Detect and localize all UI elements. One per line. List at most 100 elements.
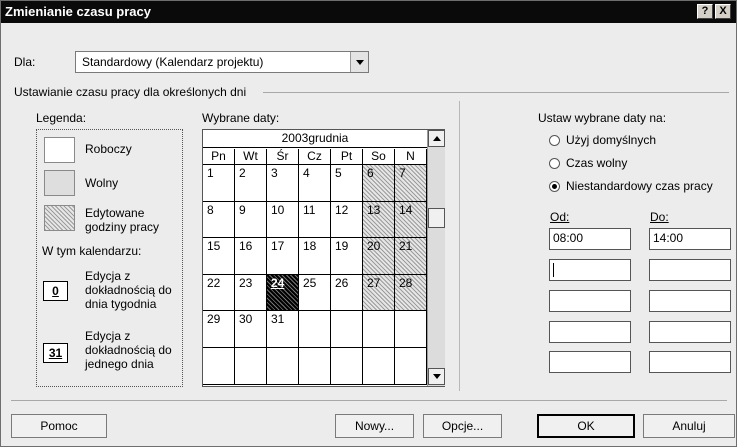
calendar-day-empty[interactable] [331,348,363,385]
from-label: Od: [550,210,570,224]
calendar-day[interactable]: 8 [203,201,235,239]
calendar-day-empty[interactable] [395,348,427,385]
day-edit-icon: 31 [43,343,68,363]
in-calendar-title: W tym kalendarzu: [42,244,142,258]
calendar-day-empty[interactable] [395,311,427,348]
calendar-day[interactable]: 10 [267,201,299,239]
calendar-day[interactable]: 2 [235,165,267,202]
radio-custom-hours[interactable] [549,181,560,192]
calendar-day[interactable]: 31 [267,311,299,348]
calendar-day[interactable]: 19 [331,238,363,275]
calendar-day[interactable]: 25 [299,274,331,312]
working-swatch [44,137,75,163]
calendar-day-empty[interactable] [267,348,299,385]
legend-title: Legenda: [36,111,87,125]
calendar-day-empty[interactable] [235,348,267,385]
calendar-day-empty[interactable] [331,311,363,348]
option-nonworking[interactable]: Czas wolny [566,156,627,170]
day-header: Pt [331,149,363,165]
legend-working: Roboczy [85,142,132,156]
set-dates-title: Ustaw wybrane daty na: [538,111,667,125]
calendar-day-empty[interactable] [299,348,331,385]
section-divider [263,92,729,93]
day-header: Cz [299,149,331,165]
help-title-button[interactable]: ? [697,4,713,19]
arrow-down-icon [433,374,441,379]
new-button[interactable]: Nowy... [335,414,414,438]
from-input-1[interactable]: 08:00 [549,228,631,250]
chevron-down-icon [356,60,364,65]
calendar-day[interactable]: 1 [203,165,235,202]
calendar-day[interactable]: 29 [203,311,235,348]
option-custom-hours[interactable]: Niestandardowy czas pracy [566,179,713,193]
close-button[interactable]: X [715,4,731,19]
selected-dates-label: Wybrane daty: [202,111,280,125]
ok-button[interactable]: OK [537,414,635,438]
from-input-4[interactable] [549,321,631,343]
calendar-day[interactable]: 28 [395,274,427,312]
radio-use-default[interactable] [549,135,560,146]
calendar-day[interactable]: 17 [267,238,299,275]
calendar-scrollbar[interactable] [427,130,445,386]
calendar-day[interactable]: 6 [363,165,395,202]
calendar-select[interactable]: Standardowy (Kalendarz projektu) [75,51,369,73]
calendar-day[interactable]: 23 [235,274,267,312]
calendar-day[interactable]: 15 [203,238,235,275]
from-input-3[interactable] [549,290,631,312]
legend-panel: Roboczy Wolny Edytowane godziny pracy W … [36,129,183,387]
calendar-day-empty[interactable] [299,311,331,348]
from-input-5[interactable] [549,351,631,373]
edited-hours-swatch [44,205,75,231]
option-use-default[interactable]: Użyj domyślnych [566,133,656,147]
to-input-5[interactable] [649,351,731,373]
weekday-edit-icon: 0 [43,281,68,301]
dialog-window: Zmienianie czasu pracy ? X Dla: Standard… [0,0,737,447]
calendar-day[interactable]: 22 [203,274,235,312]
calendar-day[interactable]: 14 [395,201,427,239]
calendar-day[interactable]: 12 [331,201,363,239]
calendar-day-empty[interactable] [203,348,235,385]
to-input-4[interactable] [649,321,731,343]
nonworking-swatch [44,170,75,196]
scroll-up-button[interactable] [428,130,445,147]
calendar-day[interactable]: 21 [395,238,427,275]
calendar-day-empty[interactable] [363,348,395,385]
calendar-day[interactable]: 26 [331,274,363,312]
from-input-2[interactable] [549,259,631,281]
calendar-day-empty[interactable] [363,311,395,348]
cancel-button[interactable]: Anuluj [643,414,735,438]
to-input-1[interactable]: 14:00 [649,228,731,250]
calendar-dropdown-button[interactable] [350,52,368,72]
calendar-day[interactable]: 18 [299,238,331,275]
calendar-day[interactable]: 30 [235,311,267,348]
calendar-day[interactable]: 4 [299,165,331,202]
to-input-2[interactable] [649,259,731,281]
calendar-day[interactable]: 9 [235,201,267,239]
options-button[interactable]: Opcje... [423,414,502,438]
scroll-thumb[interactable] [428,208,445,228]
day-header: Wt [235,149,267,165]
arrow-up-icon [433,136,441,141]
scroll-down-button[interactable] [428,368,445,385]
calendar-grid: 2003grudnia Pn Wt Śr Cz Pt So N 1 2 3 4 5 6 7 8 9 10 11 12… [202,129,445,387]
calendar-day[interactable]: 11 [299,201,331,239]
calendar-day[interactable]: 7 [395,165,427,202]
calendar-day-selected[interactable]: 24 [267,274,299,312]
calendar-month-header: 2003grudnia [203,130,427,148]
day-header: Pn [203,149,235,165]
legend-edited: Edytowane godziny pracy [85,206,160,234]
legend-weekday-edit: Edycja z dokładnością do dnia tygodnia [85,269,172,311]
calendar-day[interactable]: 20 [363,238,395,275]
to-input-3[interactable] [649,290,731,312]
calendar-day[interactable]: 5 [331,165,363,202]
to-label: Do: [650,210,669,224]
calendar-day[interactable]: 13 [363,201,395,239]
radio-nonworking[interactable] [549,158,560,169]
legend-day-edit: Edycja z dokładnością do jednego dnia [85,329,172,371]
title-bar: Zmienianie czasu pracy ? X [1,1,736,23]
calendar-day[interactable]: 16 [235,238,267,275]
text-cursor [553,263,554,277]
calendar-day[interactable]: 3 [267,165,299,202]
help-button[interactable]: Pomoc [11,414,107,438]
calendar-day[interactable]: 27 [363,274,395,312]
